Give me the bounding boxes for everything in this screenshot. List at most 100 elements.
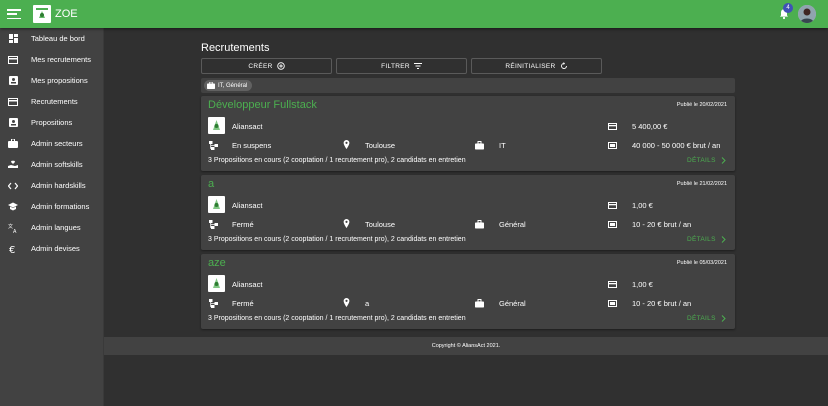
sidebar-item-label: Admin formations — [31, 202, 90, 211]
card-icon — [8, 55, 18, 65]
hand-heart-icon — [8, 160, 18, 170]
proposals-summary: 3 Propositions en cours (2 cooptation / … — [208, 315, 466, 322]
chevron-right-icon — [721, 157, 726, 164]
details-link[interactable]: DÉTAILS — [687, 236, 726, 243]
chevron-right-icon — [721, 315, 726, 322]
details-link[interactable]: DÉTAILS — [687, 315, 726, 322]
publish-date: Publié le 20/02/2021 — [676, 102, 727, 108]
sidebar-item-label: Admin hardskills — [31, 181, 86, 190]
sidebar-item-tableau-de-bord[interactable]: Tableau de bord — [0, 28, 103, 49]
publish-date: Publié le 05/03/2021 — [676, 260, 727, 266]
proposals-summary: 3 Propositions en cours (2 cooptation / … — [208, 157, 466, 164]
sidebar-item-admin-langues[interactable]: 文A Admin langues — [0, 217, 103, 238]
app-logo — [33, 5, 51, 23]
refresh-icon — [560, 62, 567, 69]
sidebar-item-label: Admin secteurs — [31, 139, 83, 148]
filter-chip[interactable]: IT, Général — [204, 80, 253, 91]
recruitment-card: aze Publié le 05/03/2021 Aliansact 1,00 … — [201, 254, 735, 329]
sidebar-item-admin-formations[interactable]: Admin formations — [0, 196, 103, 217]
code-icon — [8, 181, 18, 191]
dashboard-icon — [8, 34, 18, 44]
sidebar-item-admin-hardskills[interactable]: Admin hardskills — [0, 175, 103, 196]
salary-text: 10 - 20 € brut / an — [632, 220, 692, 229]
company-name: Aliansact — [232, 201, 263, 210]
company-logo — [208, 275, 225, 292]
notification-count-badge: 4 — [783, 3, 793, 13]
badge-icon — [8, 118, 18, 128]
reset-button-label: RÉINITIALISER — [505, 62, 556, 70]
salary-text: 10 - 20 € brut / an — [632, 299, 692, 308]
school-icon — [8, 202, 18, 212]
sidebar-item-label: Admin softskills — [31, 160, 83, 169]
sidebar-item-label: Recrutements — [31, 97, 78, 106]
status-tree-icon — [209, 141, 218, 150]
chevron-right-icon — [721, 236, 726, 243]
page-title: Recrutements — [201, 42, 270, 54]
company-name: Aliansact — [232, 122, 263, 131]
credit-card-icon — [608, 123, 617, 130]
proposals-summary: 3 Propositions en cours (2 cooptation / … — [208, 236, 466, 243]
sidebar-item-mes-recrutements[interactable]: Mes recrutements — [0, 49, 103, 70]
translate-icon: 文A — [8, 223, 18, 233]
user-avatar[interactable] — [798, 5, 816, 23]
money-icon — [608, 142, 617, 149]
card-title[interactable]: Développeur Fullstack — [208, 99, 317, 111]
svg-text:A: A — [13, 229, 17, 233]
card-title[interactable]: a — [208, 178, 214, 190]
credit-card-icon — [608, 202, 617, 209]
salary-text: 40 000 - 50 000 € brut / an — [632, 141, 721, 150]
status-text: Fermé — [232, 299, 254, 308]
fee-amount: 1,00 € — [632, 201, 653, 210]
location-pin-icon — [343, 298, 350, 307]
fee-amount: 5 400,00 € — [632, 122, 668, 131]
active-filters-bar: IT, Général — [201, 78, 735, 93]
sidebar-item-label: Admin devises — [31, 244, 80, 253]
filter-button[interactable]: FILTRER — [336, 58, 467, 74]
money-icon — [608, 221, 617, 228]
sector-text: IT — [499, 141, 506, 150]
location-text: Toulouse — [365, 141, 396, 150]
location-pin-icon — [343, 140, 350, 149]
credit-card-icon — [608, 281, 617, 288]
filter-button-label: FILTRER — [381, 62, 410, 70]
card-title[interactable]: aze — [208, 257, 226, 269]
sidebar-item-recrutements[interactable]: Recrutements — [0, 91, 103, 112]
details-link[interactable]: DÉTAILS — [687, 157, 726, 164]
publish-date: Publié le 21/02/2021 — [676, 181, 727, 187]
sidebar-item-propositions[interactable]: Propositions — [0, 112, 103, 133]
recruitment-card: a Publié le 21/02/2021 Aliansact 1,00 € … — [201, 175, 735, 250]
footer: Copyright © AliansAct 2021. — [104, 337, 828, 355]
sidebar-item-label: Propositions — [31, 118, 73, 127]
svg-text:€: € — [9, 245, 15, 254]
sector-text: Général — [499, 299, 526, 308]
euro-icon: € — [8, 244, 18, 254]
money-icon — [608, 300, 617, 307]
status-text: Fermé — [232, 220, 254, 229]
sector-text: Général — [499, 220, 526, 229]
sidebar-item-admin-devises[interactable]: € Admin devises — [0, 238, 103, 259]
create-button-label: CRÉER — [248, 62, 273, 70]
briefcase-icon — [475, 299, 484, 308]
menu-icon[interactable] — [7, 9, 21, 19]
action-bar: CRÉER FILTRER RÉINITIALISER — [201, 58, 602, 74]
copyright-text: Copyright © AliansAct 2021. — [431, 343, 501, 349]
sidebar-item-admin-softskills[interactable]: Admin softskills — [0, 154, 103, 175]
location-text: Toulouse — [365, 220, 396, 229]
badge-icon — [8, 76, 18, 86]
reset-button[interactable]: RÉINITIALISER — [471, 58, 602, 74]
briefcase-icon — [207, 82, 215, 89]
details-label: DÉTAILS — [687, 236, 716, 243]
company-logo — [208, 117, 225, 134]
company-name: Aliansact — [232, 280, 263, 289]
sidebar-item-mes-propositions[interactable]: Mes propositions — [0, 70, 103, 91]
filter-chip-label: IT, Général — [218, 82, 248, 89]
card-icon — [8, 97, 18, 107]
create-button[interactable]: CRÉER — [201, 58, 332, 74]
briefcase-icon — [8, 139, 18, 149]
main-content: Recrutements CRÉER FILTRER RÉINITIALISER… — [104, 28, 828, 406]
sidebar-item-admin-secteurs[interactable]: Admin secteurs — [0, 133, 103, 154]
status-tree-icon — [209, 299, 218, 308]
fee-amount: 1,00 € — [632, 280, 653, 289]
location-text: a — [365, 299, 370, 308]
sidebar-item-label: Mes propositions — [31, 76, 88, 85]
